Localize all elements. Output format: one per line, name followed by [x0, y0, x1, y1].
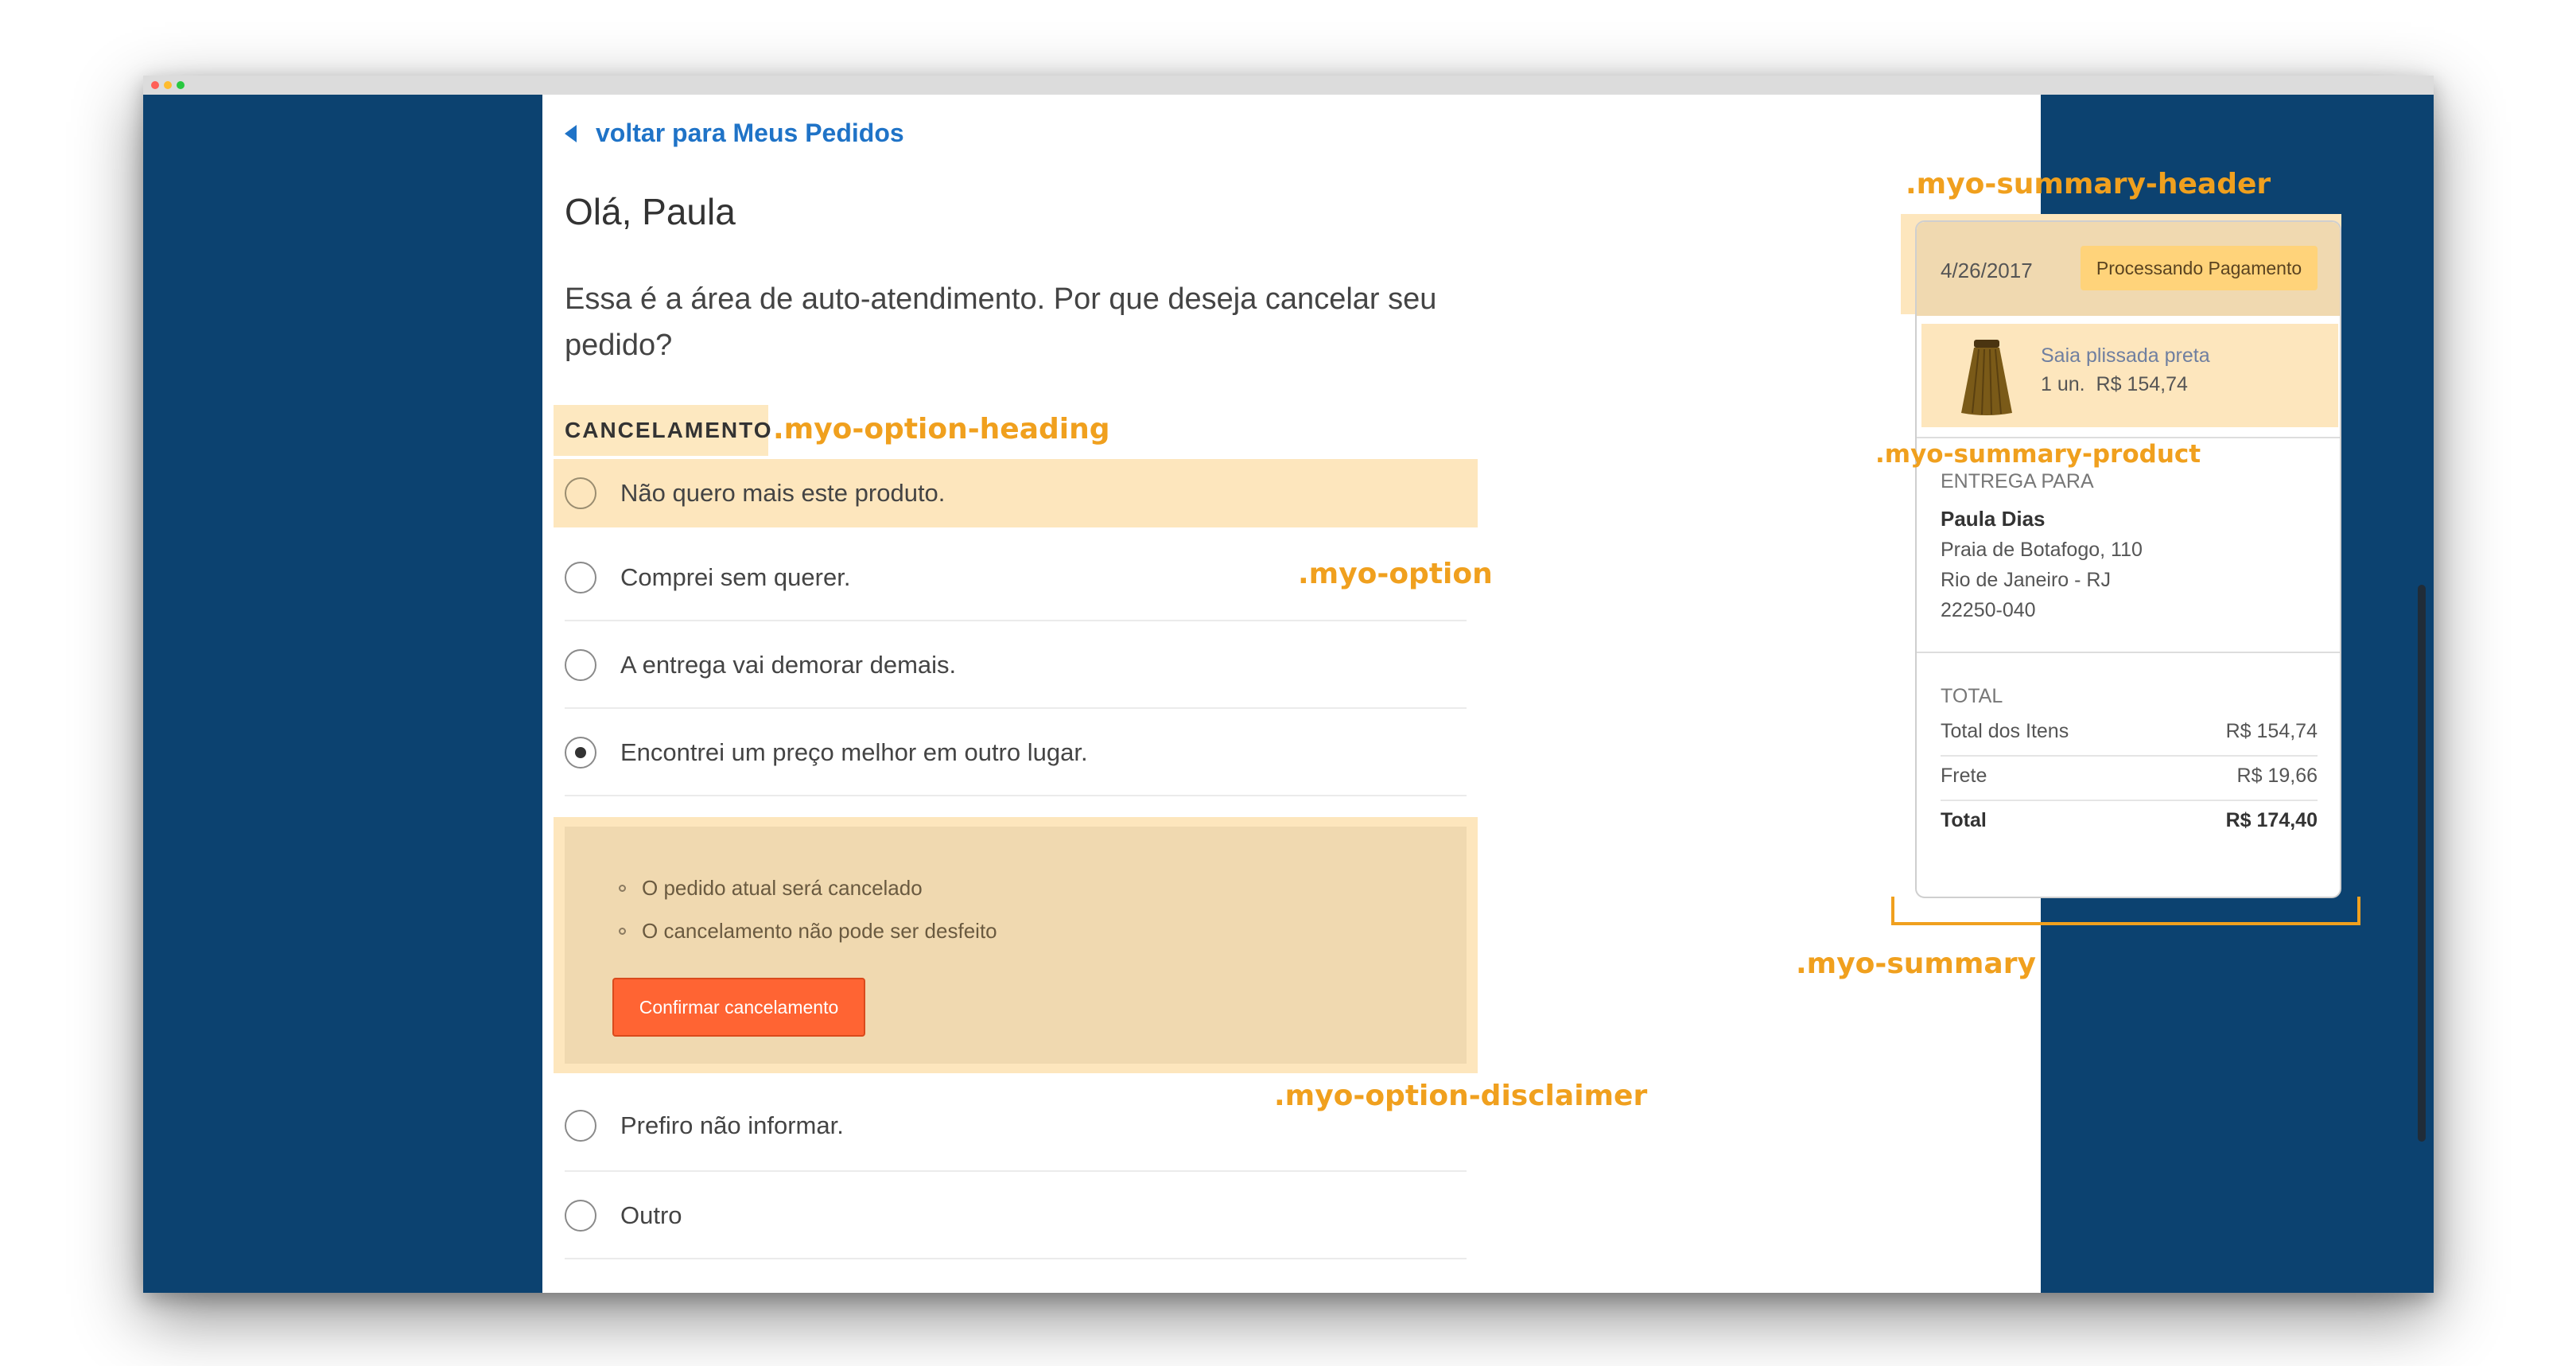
annotation-summary-header: .myo-summary-header [1906, 168, 2271, 200]
back-link[interactable]: voltar para Meus Pedidos [565, 119, 904, 148]
total-row-value: R$ 19,66 [2236, 765, 2318, 787]
summary-divider [1917, 652, 2340, 653]
radio-icon[interactable] [565, 1110, 596, 1142]
total-row-grand: Total R$ 174,40 [1941, 809, 2318, 832]
triangle-left-icon [565, 124, 577, 142]
delivery-label: ENTREGA PARA [1941, 470, 2094, 492]
option-divider [565, 1258, 1467, 1259]
option-item[interactable]: A entrega vai demorar demais. [554, 621, 1478, 709]
product-name[interactable]: Saia plissada preta [2041, 344, 2210, 368]
disclaimer-bullet: O cancelamento não pode ser desfeito [619, 919, 997, 944]
total-row: Frete R$ 19,66 [1941, 765, 2318, 788]
radio-icon[interactable] [565, 1200, 596, 1232]
bullet-icon [619, 928, 626, 935]
option-label: Comprei sem querer. [620, 563, 851, 591]
radio-checked-icon[interactable] [565, 737, 596, 769]
option-label: Prefiro não informar. [620, 1111, 844, 1139]
radio-icon[interactable] [565, 477, 596, 509]
disclaimer-bullet-text: O pedido atual será cancelado [642, 876, 923, 900]
total-row-label: Total dos Itens [1941, 720, 2069, 742]
bullet-icon [619, 885, 626, 892]
disclaimer-bullet: O pedido atual será cancelado [619, 876, 923, 901]
scrollbar[interactable] [2418, 585, 2426, 1142]
summary-product: Saia plissada preta 1 un. R$ 154,74 [1921, 324, 2338, 427]
address-line: 22250-040 [1941, 599, 2036, 621]
window-titlebar [143, 76, 2434, 95]
skirt-image [1961, 340, 2012, 415]
radio-icon[interactable] [565, 649, 596, 681]
annotation-option: .myo-option [1298, 558, 1493, 590]
status-badge: Processando Pagamento [2081, 246, 2318, 290]
option-item-selected[interactable]: Encontrei um preço melhor em outro lugar… [554, 709, 1478, 796]
total-row-value: R$ 154,74 [2225, 720, 2318, 742]
option-disclaimer-highlight: O pedido atual será cancelado O cancelam… [554, 817, 1478, 1073]
close-window-icon[interactable] [151, 81, 159, 89]
order-date: 4/26/2017 [1941, 259, 2033, 282]
option-divider [565, 795, 1467, 796]
summary-header: 4/26/2017 Processando Pagamento [1917, 222, 2340, 316]
maximize-window-icon[interactable] [177, 81, 185, 89]
option-label: A entrega vai demorar demais. [620, 651, 957, 679]
total-label: TOTAL [1941, 685, 2003, 707]
disclaimer-bullet-text: O cancelamento não pode ser desfeito [642, 919, 997, 943]
minimize-window-icon[interactable] [164, 81, 172, 89]
total-divider [1941, 755, 2318, 757]
annotation-summary-product: .myo-summary-product [1875, 440, 2201, 469]
summary-divider [1917, 437, 2340, 438]
option-item[interactable]: Outro [554, 1172, 1478, 1259]
back-link-label: voltar para Meus Pedidos [596, 119, 904, 147]
option-heading: CANCELAMENTO [554, 405, 771, 456]
option-label: Não quero mais este produto. [620, 479, 946, 507]
total-divider [1941, 800, 2318, 801]
total-row-value: R$ 174,40 [2225, 809, 2318, 831]
option-item[interactable]: Não quero mais este produto. [554, 459, 1478, 527]
recipient-name: Paula Dias [1941, 507, 2046, 531]
address-line: Praia de Botafogo, 110 [1941, 539, 2143, 561]
total-row-label: Frete [1941, 765, 1987, 787]
intro-text: Essa é a área de auto-atendimento. Por q… [565, 282, 1437, 362]
confirm-cancel-button[interactable]: Confirmar cancelamento [612, 978, 865, 1037]
greeting: Olá, Paula [565, 191, 736, 232]
product-quantity-price: 1 un. R$ 154,74 [2041, 373, 2188, 395]
option-disclaimer: O pedido atual será cancelado O cancelam… [565, 827, 1467, 1064]
order-summary: 4/26/2017 Processando Pagamento Saia pli… [1915, 220, 2341, 898]
browser-window: voltar para Meus Pedidos Olá, Paula Essa… [143, 76, 2434, 1293]
annotation-option-heading: .myo-option-heading [773, 413, 1110, 446]
page-content: voltar para Meus Pedidos Olá, Paula Essa… [542, 95, 2360, 1293]
radio-icon[interactable] [565, 562, 596, 593]
annotation-summary: .myo-summary [1796, 948, 2036, 980]
total-row: Total dos Itens R$ 154,74 [1941, 720, 2318, 743]
address-line: Rio de Janeiro - RJ [1941, 569, 2111, 591]
option-label: Encontrei um preço melhor em outro lugar… [620, 738, 1088, 766]
option-item[interactable]: Prefiro não informar. [554, 1080, 1478, 1172]
summary-bracket [1891, 897, 2360, 925]
total-row-label: Total [1941, 809, 1987, 831]
option-label: Outro [620, 1201, 682, 1229]
